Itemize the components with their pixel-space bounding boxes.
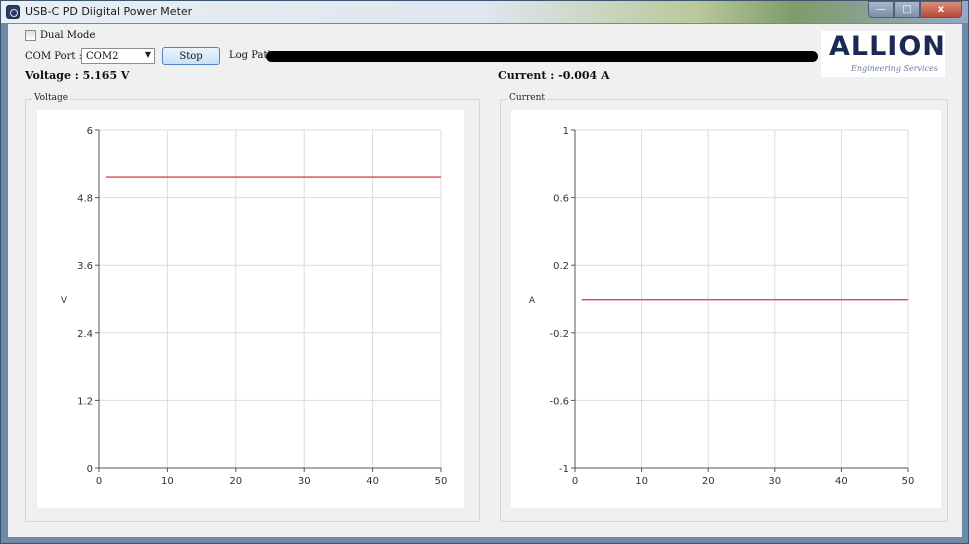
allion-logo: ALLION Engineering Services bbox=[821, 31, 945, 77]
stop-button[interactable]: Stop bbox=[162, 47, 220, 65]
maximize-button[interactable]: □ bbox=[894, 1, 920, 18]
current-x-tick-label: 20 bbox=[702, 476, 715, 487]
voltage-y-tick-label: 0 bbox=[87, 464, 93, 475]
voltage-y-tick-label: 6 bbox=[87, 126, 93, 137]
voltage-y-tick-label: 4.8 bbox=[77, 194, 93, 205]
client-area: Dual Mode COM Port : COM2 ▼ Stop Log Pat… bbox=[8, 24, 962, 537]
voltage-x-tick-label: 20 bbox=[229, 476, 242, 487]
current-reading: Current : -0.004 A bbox=[498, 69, 610, 82]
voltage-y-axis-label: V bbox=[61, 296, 68, 306]
current-y-tick-label: 0.6 bbox=[553, 194, 569, 205]
chevron-down-icon[interactable]: ▼ bbox=[145, 50, 151, 59]
voltage-x-tick-label: 10 bbox=[161, 476, 174, 487]
voltage-x-tick-label: 50 bbox=[435, 476, 448, 487]
current-x-tick-label: 50 bbox=[902, 476, 915, 487]
voltage-chart: 0 1.2 2.4 3.6 4.8 6 0 10 20 30 40 50 V bbox=[37, 110, 464, 508]
voltage-chart-svg: 0 1.2 2.4 3.6 4.8 6 0 10 20 30 40 50 V bbox=[61, 126, 448, 487]
app-icon bbox=[6, 5, 20, 19]
dual-mode-label: Dual Mode bbox=[40, 30, 96, 41]
log-path-field[interactable] bbox=[266, 51, 818, 62]
voltage-group-title: Voltage bbox=[32, 93, 71, 103]
current-x-tick-label: 40 bbox=[835, 476, 848, 487]
current-x-tick-label: 10 bbox=[635, 476, 648, 487]
voltage-reading: Voltage : 5.165 V bbox=[25, 69, 130, 82]
voltage-x-tick-label: 40 bbox=[366, 476, 379, 487]
voltage-y-tick-label: 3.6 bbox=[77, 261, 93, 272]
current-group-title: Current bbox=[507, 93, 548, 103]
current-y-axis-label: A bbox=[529, 296, 536, 306]
current-y-tick-label: -0.2 bbox=[549, 329, 569, 340]
com-port-select[interactable]: COM2 ▼ bbox=[81, 48, 155, 64]
current-y-tick-label: -0.6 bbox=[549, 396, 569, 407]
current-chart: -1 -0.6 -0.2 0.2 0.6 1 0 10 20 30 40 50 A bbox=[511, 110, 941, 508]
current-chart-svg: -1-0.6-0.20.20.610 10 20 30 40 50A bbox=[529, 126, 915, 487]
current-x-tick-label: 0 bbox=[572, 476, 578, 487]
voltage-y-tick-label: 1.2 bbox=[77, 396, 93, 407]
com-port-label: COM Port : bbox=[25, 51, 82, 62]
logo-tagline: Engineering Services bbox=[851, 64, 938, 73]
title-bar[interactable]: USB-C PD Diigital Power Meter — □ x bbox=[1, 1, 968, 23]
close-button[interactable]: x bbox=[920, 1, 962, 18]
dual-mode-checkbox[interactable]: Dual Mode bbox=[25, 30, 95, 41]
minimize-button[interactable]: — bbox=[868, 1, 894, 18]
dual-mode-check-box[interactable] bbox=[25, 30, 36, 41]
voltage-y-tick-label: 2.4 bbox=[77, 329, 93, 340]
current-y-tick-label: 0.2 bbox=[553, 261, 569, 272]
logo-name: ALLION bbox=[829, 31, 946, 62]
app-window: USB-C PD Diigital Power Meter — □ x Dual… bbox=[0, 0, 969, 544]
current-y-tick-label: -1 bbox=[559, 464, 569, 475]
current-y-tick-label: 1 bbox=[563, 126, 569, 137]
current-x-tick-label: 30 bbox=[768, 476, 781, 487]
voltage-x-tick-label: 30 bbox=[298, 476, 311, 487]
voltage-x-tick-label: 0 bbox=[96, 476, 102, 487]
com-port-value: COM2 bbox=[86, 51, 119, 62]
window-title: USB-C PD Diigital Power Meter bbox=[25, 5, 193, 18]
caption-buttons: — □ x bbox=[868, 1, 962, 19]
